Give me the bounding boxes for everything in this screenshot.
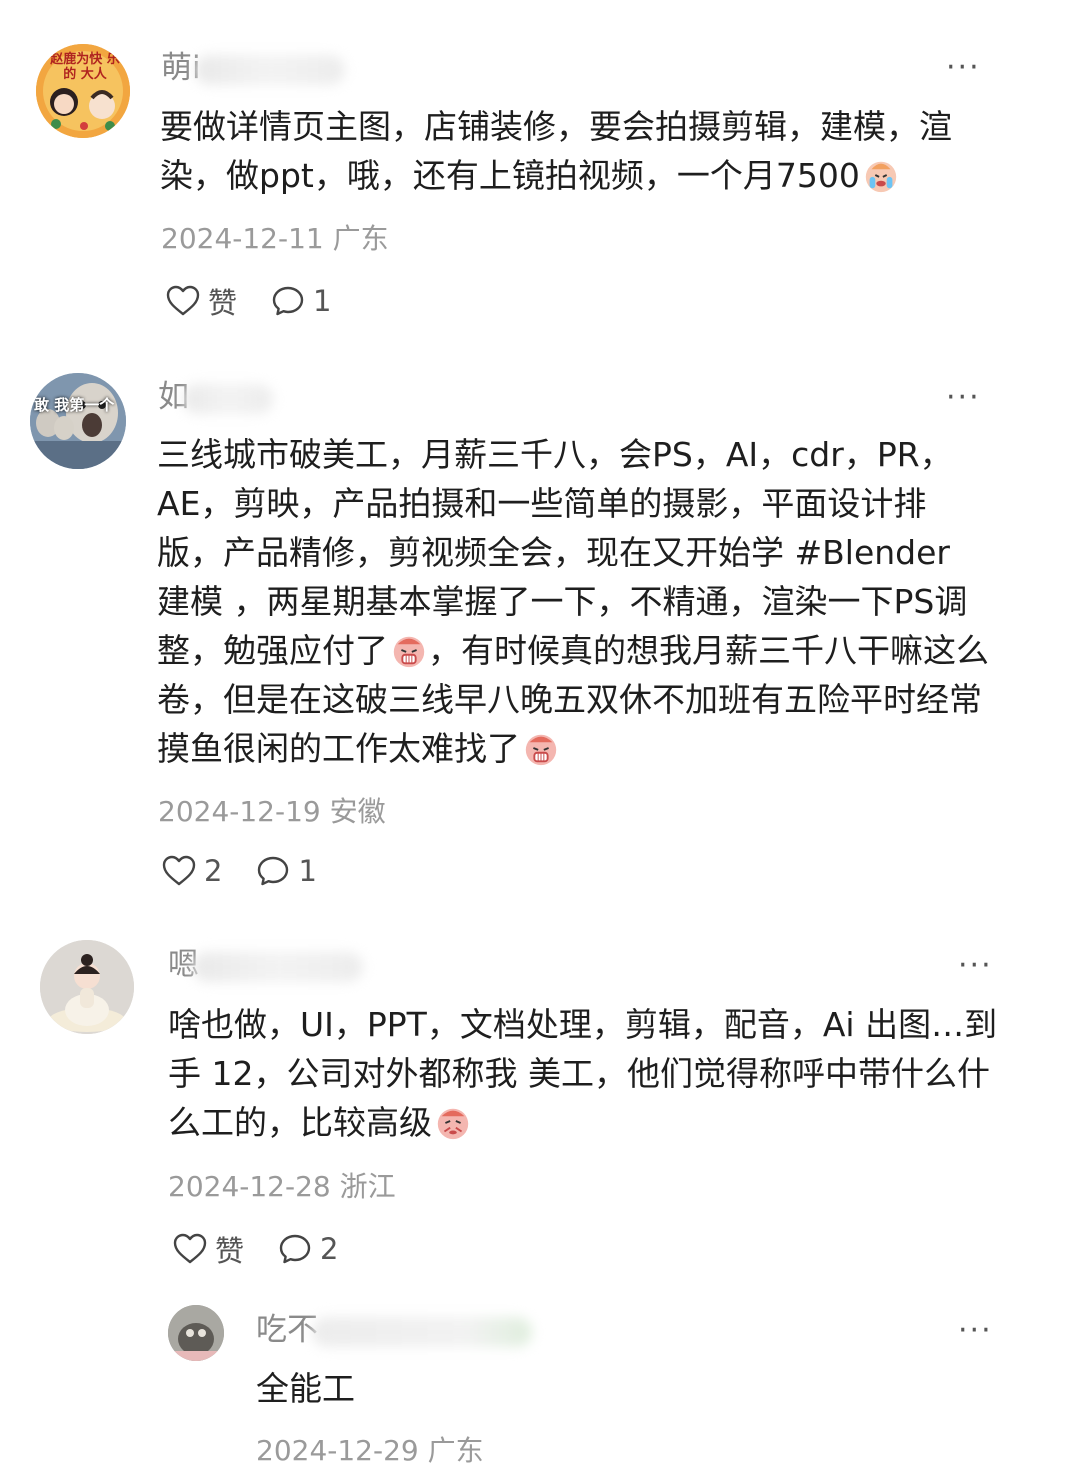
avatar[interactable]: 敢 我第一个 <box>30 373 126 469</box>
avatar-illustration <box>168 1305 224 1361</box>
comment-text: 啥也做，UI，PPT，文档处理，剪辑，配音，Ai 出图…到手 12，公司对外都称… <box>168 1000 998 1147</box>
comment-meta: 2024-12-28 浙江 <box>168 1170 396 1204</box>
comment-date: 2024-12-28 <box>168 1170 331 1203</box>
like-button[interactable]: 赞 <box>173 1228 244 1270</box>
comment-bubble-icon <box>272 286 304 316</box>
comment-text-body: 要做详情页主图，店铺装修，要会拍摄剪辑，建模，渲染，做ppt，哦，还有上镜拍视频… <box>160 107 952 195</box>
like-label: 赞 <box>208 286 238 320</box>
reply-meta: 2024-12-29 广东 <box>256 1434 484 1468</box>
comment-actions: 赞 2 <box>173 1228 372 1270</box>
avatar-illustration <box>40 940 134 1034</box>
username[interactable]: 如 <box>158 377 273 417</box>
more-options-icon[interactable]: ··· <box>946 53 981 83</box>
reply-location: 广东 <box>427 1434 484 1467</box>
reply-text: 全能工 <box>256 1369 355 1408</box>
username-visible: 吃不 <box>256 1312 318 1348</box>
more-options-icon[interactable]: ··· <box>958 951 993 981</box>
crying-face-icon <box>525 734 557 766</box>
comment-text: 三线城市破美工，月薪三千八，会PS，AI，cdr，PR，AE，剪映，产品拍摄和一… <box>157 430 989 773</box>
avatar-caption: 敢 我第一个 <box>34 396 115 414</box>
username-redacted <box>183 383 273 414</box>
username-redacted <box>194 54 345 85</box>
username-redacted <box>193 951 363 982</box>
reply-date: 2024-12-29 <box>256 1434 419 1467</box>
like-label: 赞 <box>215 1234 245 1268</box>
reply-button[interactable]: 2 <box>278 1232 338 1266</box>
heart-icon <box>166 285 200 316</box>
more-options-icon[interactable]: ··· <box>958 1316 993 1346</box>
comment-meta: 2024-12-19 安徽 <box>158 795 386 829</box>
like-button[interactable]: 赞 <box>166 280 237 322</box>
comment-actions: 赞 1 <box>166 280 365 322</box>
avatar[interactable] <box>40 940 134 1034</box>
like-button[interactable]: 2 <box>162 854 222 888</box>
comment-meta: 2024-12-11 广东 <box>161 222 389 256</box>
avatar[interactable]: 赵鹿为快 乐的 大人 <box>36 44 130 138</box>
comment-location: 广东 <box>332 222 389 255</box>
reply-count: 1 <box>298 854 317 888</box>
username[interactable]: 吃不 <box>256 1310 532 1350</box>
crying-face-icon <box>393 636 425 668</box>
comment-date: 2024-12-11 <box>161 222 324 255</box>
crying-face-icon <box>865 161 897 193</box>
reply-count: 1 <box>313 284 332 318</box>
heart-icon <box>162 855 196 886</box>
comment-actions: 2 1 <box>162 854 351 888</box>
reply-count: 2 <box>320 1232 339 1266</box>
like-count: 2 <box>204 854 223 888</box>
comment-date: 2024-12-19 <box>158 795 321 828</box>
pleading-face-icon <box>437 1108 469 1140</box>
avatar[interactable] <box>168 1305 224 1361</box>
comment-bubble-icon <box>258 856 289 886</box>
reply-button[interactable]: 1 <box>256 854 317 888</box>
heart-icon <box>173 1233 207 1264</box>
comment-text: 要做详情页主图，店铺装修，要会拍摄剪辑，建模，渲染，做ppt，哦，还有上镜拍视频… <box>160 102 990 200</box>
more-options-icon[interactable]: ··· <box>946 383 981 413</box>
comment-text-body: 啥也做，UI，PPT，文档处理，剪辑，配音，Ai 出图…到手 12，公司对外都称… <box>168 1005 998 1142</box>
username-redacted <box>312 1316 532 1347</box>
avatar-caption: 赵鹿为快 乐的 大人 <box>50 52 120 82</box>
username[interactable]: 嗯 <box>168 945 363 985</box>
username[interactable]: 萌i <box>161 48 345 88</box>
comment-location: 安徽 <box>329 795 386 828</box>
comment-location: 浙江 <box>339 1170 396 1203</box>
reply-button[interactable]: 1 <box>271 284 331 318</box>
comment-bubble-icon <box>279 1234 311 1264</box>
